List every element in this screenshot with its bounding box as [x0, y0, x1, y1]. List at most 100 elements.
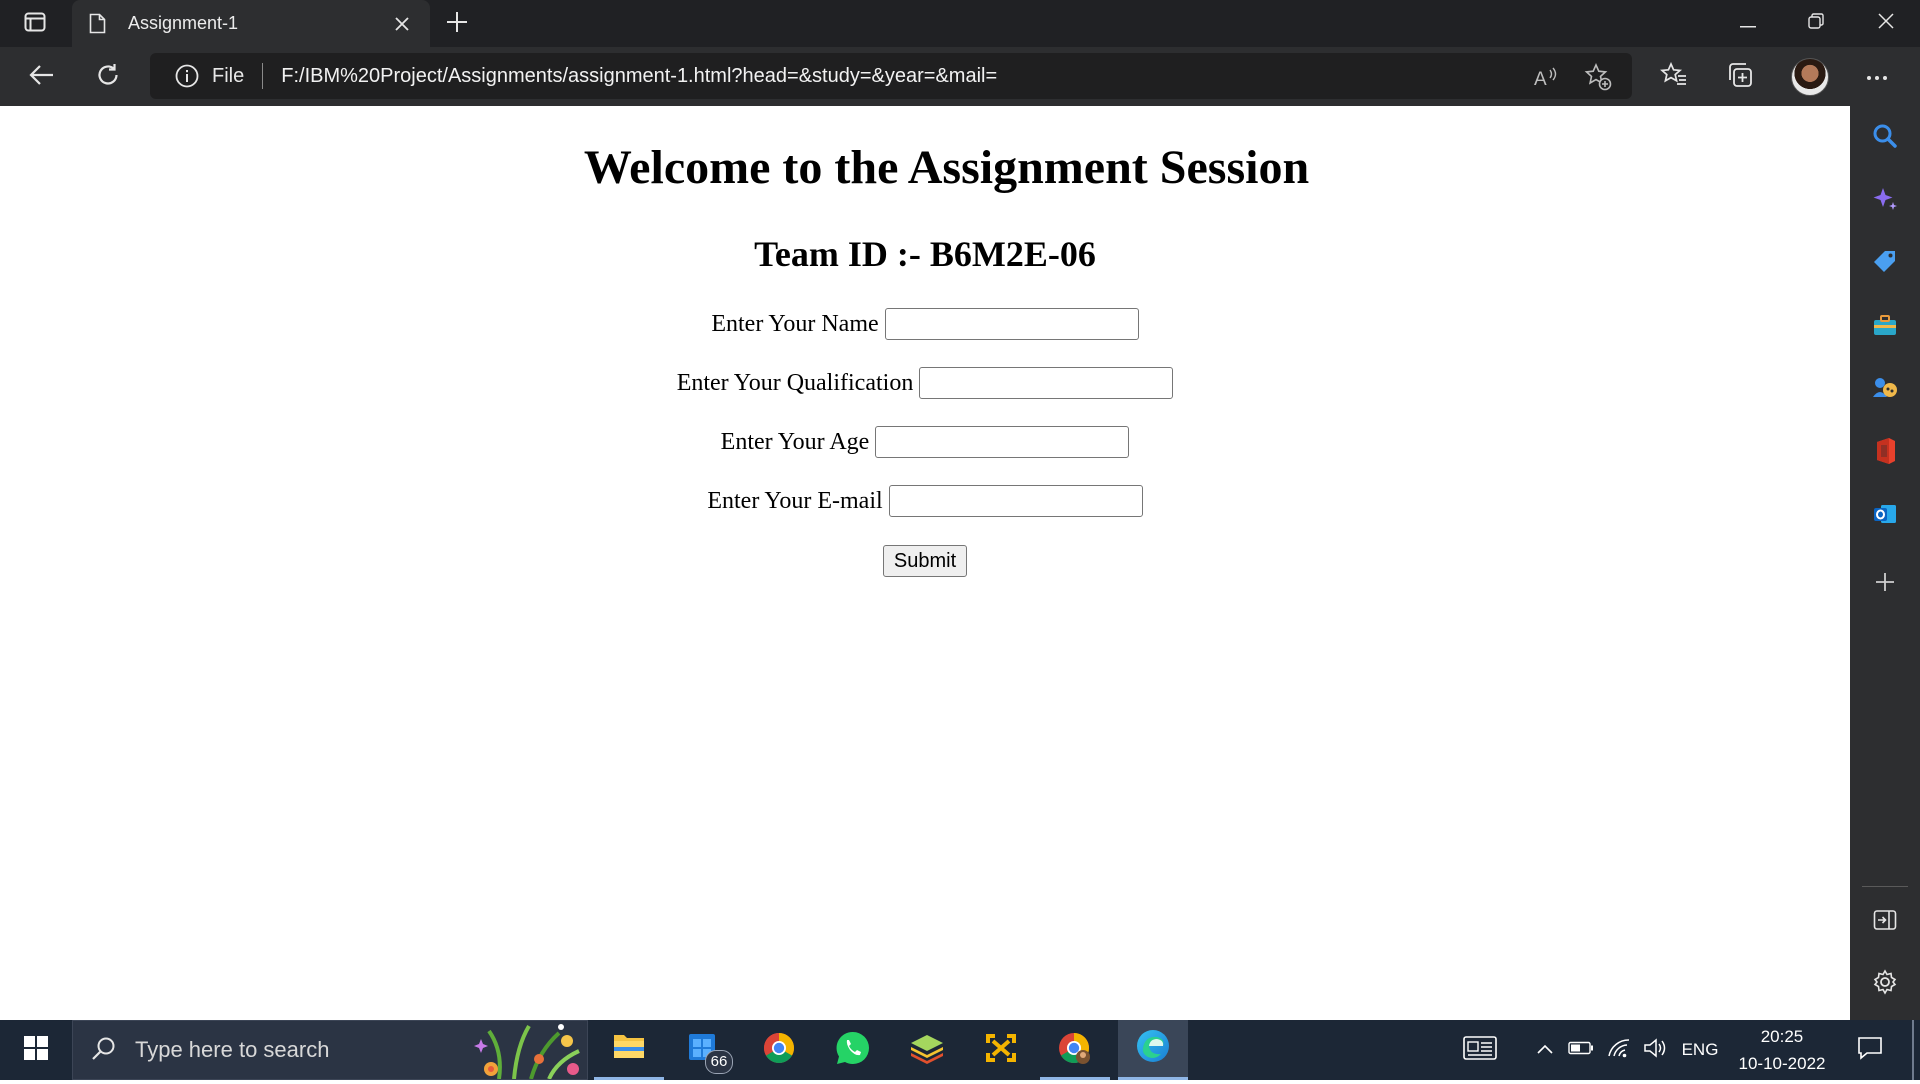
taskbar-search-box[interactable]: Type here to search [72, 1020, 588, 1080]
add-favorite-icon[interactable] [1580, 59, 1616, 95]
hide-sidebar-icon [1873, 909, 1897, 936]
discover-sparkle-icon [1872, 186, 1898, 217]
age-label: Enter Your Age [720, 428, 870, 455]
sidebar-tools-button[interactable] [1863, 305, 1907, 349]
minimize-icon [1740, 15, 1756, 33]
whatsapp-icon [835, 1030, 871, 1071]
sidebar-settings-button[interactable] [1863, 962, 1907, 1006]
shopping-tag-icon [1872, 249, 1898, 280]
new-tab-button[interactable] [440, 8, 474, 40]
svg-text:A: A [1534, 69, 1547, 89]
tab-actions-icon [24, 12, 46, 37]
site-info-icon[interactable] [174, 63, 200, 89]
volume-control[interactable] [1640, 1020, 1672, 1080]
input-language[interactable]: ENG [1678, 1020, 1722, 1080]
more-dots-icon [1866, 68, 1888, 86]
sidebar-divider [1862, 886, 1908, 887]
show-desktop-button[interactable] [1912, 1020, 1914, 1080]
page-favicon-icon [86, 13, 108, 35]
edge-icon [1135, 1028, 1171, 1069]
app-icon [983, 1031, 1019, 1070]
sidebar-discover-button[interactable] [1863, 179, 1907, 223]
edge-sidebar [1850, 106, 1920, 1020]
taskbar-bluestacks[interactable] [892, 1020, 962, 1080]
office-icon [1873, 437, 1897, 470]
back-arrow-icon [29, 64, 55, 91]
form-row-email: Enter Your E-mail [0, 485, 1850, 517]
tab-close-icon[interactable] [388, 10, 416, 38]
email-input[interactable] [888, 485, 1143, 517]
windows-taskbar: Type here to search 66 ENG 20:25 10-10-2… [0, 1020, 1920, 1080]
refresh-button[interactable] [86, 55, 130, 99]
taskbar-app[interactable] [966, 1020, 1036, 1080]
show-hidden-icons-button[interactable] [1532, 1020, 1558, 1080]
clock-date: 10-10-2022 [1738, 1054, 1826, 1073]
taskbar-clock[interactable]: 20:25 10-10-2022 [1728, 1020, 1836, 1080]
settings-icon [1872, 968, 1898, 1000]
sidebar-shopping-button[interactable] [1863, 242, 1907, 286]
browser-titlebar: Assignment-1 [0, 0, 1920, 47]
taskbar-edge[interactable] [1118, 1020, 1188, 1080]
name-input[interactable] [884, 308, 1139, 340]
tab-title: Assignment-1 [128, 13, 239, 33]
back-button[interactable] [20, 55, 64, 99]
folder-icon [612, 1031, 646, 1066]
add-icon [1875, 572, 1895, 597]
restore-icon [1808, 13, 1824, 34]
profile-avatar[interactable] [1791, 58, 1829, 96]
address-separator [262, 63, 264, 89]
outlook-icon [1872, 501, 1898, 532]
search-placeholder: Type here to search [135, 1037, 330, 1062]
favorites-button[interactable] [1652, 55, 1696, 99]
form-row-submit: Submit [0, 545, 1850, 577]
close-window-button[interactable] [1852, 0, 1920, 47]
sidebar-games-button[interactable] [1863, 368, 1907, 412]
windows-logo-icon [24, 1035, 48, 1065]
sidebar-office-button[interactable] [1863, 431, 1907, 475]
settings-more-button[interactable] [1855, 55, 1899, 99]
page-viewport: Welcome to the Assignment Session Team I… [0, 106, 1850, 1020]
age-input[interactable] [875, 426, 1130, 458]
taskbar-chrome[interactable] [744, 1020, 814, 1080]
address-bar[interactable]: File F:/IBM%20Project/Assignments/assign… [150, 53, 1632, 99]
url-text[interactable]: F:/IBM%20Project/Assignments/assignment-… [281, 65, 997, 88]
sidebar-search-button[interactable] [1863, 116, 1907, 160]
email-label: Enter Your E-mail [707, 487, 883, 514]
sidebar-add-button[interactable] [1863, 562, 1907, 606]
form-row-name: Enter Your Name [0, 308, 1850, 340]
favorites-star-icon [1659, 61, 1688, 93]
qualification-label: Enter Your Qualification [676, 369, 914, 396]
store-icon: 66 [687, 1032, 733, 1074]
taskbar-file-explorer[interactable] [594, 1020, 664, 1080]
taskbar-chrome-profile[interactable] [1040, 1020, 1110, 1080]
tab-actions-button[interactable] [18, 10, 52, 38]
clock-time: 20:25 [1760, 1027, 1804, 1046]
collections-button[interactable] [1718, 55, 1762, 99]
taskbar-whatsapp[interactable] [818, 1020, 888, 1080]
browser-tab[interactable]: Assignment-1 [72, 0, 430, 47]
network-status[interactable] [1604, 1020, 1634, 1080]
refresh-icon [95, 62, 121, 93]
read-aloud-icon[interactable]: A [1528, 59, 1564, 95]
url-scheme-label: File [212, 64, 245, 87]
close-icon [1878, 13, 1894, 34]
notification-center-button[interactable] [1848, 1020, 1892, 1080]
team-id-heading: Team ID :- B6M2E-06 [754, 234, 1096, 274]
taskbar-news-widget[interactable] [1456, 1020, 1504, 1080]
browser-toolbar: File F:/IBM%20Project/Assignments/assign… [0, 47, 1920, 106]
sidebar-outlook-button[interactable] [1863, 494, 1907, 538]
qualification-input[interactable] [919, 367, 1174, 399]
taskbar-microsoft-store[interactable]: 66 [670, 1020, 740, 1080]
name-label: Enter Your Name [711, 310, 879, 337]
minimize-button[interactable] [1714, 0, 1782, 47]
battery-status[interactable] [1566, 1020, 1596, 1080]
hide-sidebar-button[interactable] [1863, 900, 1907, 944]
speaker-icon [1643, 1037, 1669, 1064]
form-row-qualification: Enter Your Qualification [0, 367, 1850, 399]
search-magnifier-icon [91, 1035, 117, 1066]
restore-button[interactable] [1782, 0, 1850, 47]
submit-button[interactable]: Submit [882, 545, 968, 577]
tools-briefcase-icon [1872, 313, 1898, 342]
chevron-up-icon [1537, 1041, 1553, 1059]
start-button[interactable] [0, 1020, 72, 1080]
